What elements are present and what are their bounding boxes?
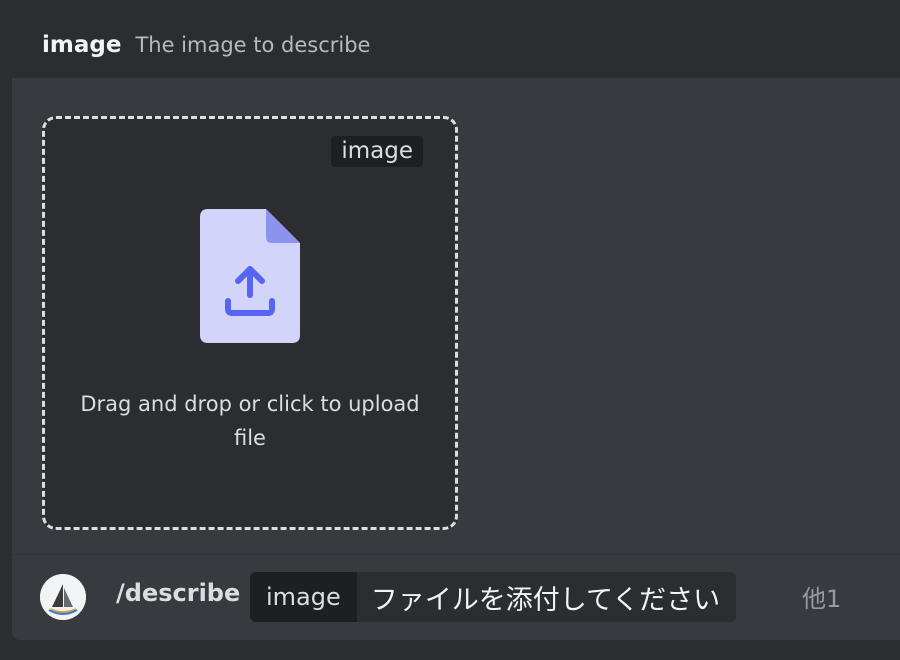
command-bar: /describe image ファイルを添付してください 他1 xyxy=(12,555,900,640)
file-upload-icon xyxy=(200,209,300,343)
command-option-chip[interactable]: image ファイルを添付してください xyxy=(250,572,737,622)
command-name: /describe xyxy=(116,579,241,607)
bot-avatar-icon xyxy=(40,574,86,620)
option-chip-value: ファイルを添付してください xyxy=(370,584,721,616)
option-description: The image to describe xyxy=(135,33,371,57)
file-dropzone[interactable]: image Drag and drop or click to upload f… xyxy=(42,116,458,530)
slash-command-panel: image The image to describe image Drag a… xyxy=(12,12,900,640)
option-chip-label: image xyxy=(250,572,357,622)
option-header: image The image to describe xyxy=(12,12,900,78)
option-name: image xyxy=(42,32,122,58)
dropzone-instructions: Drag and drop or click to upload file xyxy=(80,392,420,450)
dropzone-tag: image xyxy=(331,136,423,167)
more-options-label[interactable]: 他1 xyxy=(802,579,841,614)
